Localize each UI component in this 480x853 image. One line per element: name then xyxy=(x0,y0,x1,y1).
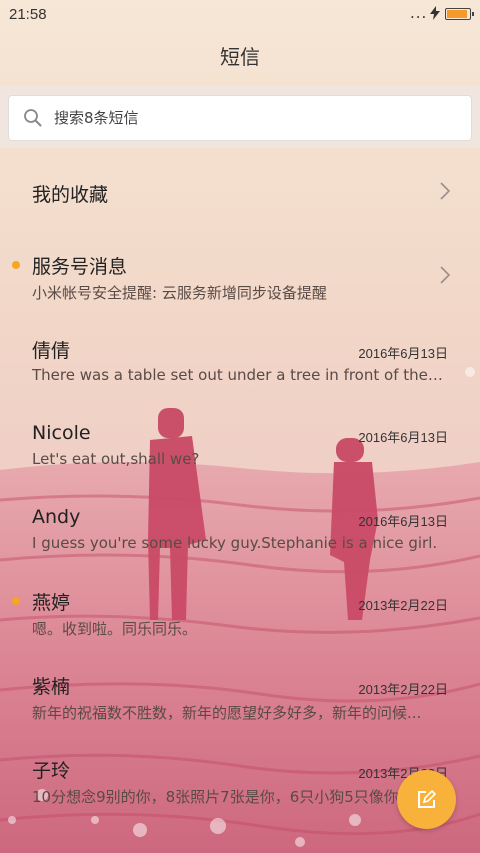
message-date: 2016年6月13日 xyxy=(358,430,448,445)
lightning-icon xyxy=(430,6,440,24)
service-title: 服务号消息 xyxy=(32,256,128,278)
conversation-row[interactable]: 紫楠 2013年2月22日 新年的祝福数不胜数，新年的愿望好多好多，新年的问候.… xyxy=(0,654,480,738)
battery-icon xyxy=(445,8,474,20)
status-time: 21:58 xyxy=(9,6,47,23)
compose-button[interactable] xyxy=(397,770,456,829)
unread-dot xyxy=(12,597,20,605)
search-icon xyxy=(23,108,43,132)
contact-name: Andy xyxy=(32,506,81,528)
message-date: 2013年2月22日 xyxy=(358,598,448,613)
contact-name: 紫楠 xyxy=(32,676,71,698)
message-date: 2013年2月22日 xyxy=(358,682,448,697)
message-preview: 10分想念9别的你，8张照片7张是你，6只小狗5只像你... xyxy=(32,788,414,806)
chevron-right-icon xyxy=(440,182,451,204)
message-preview: I guess you're some lucky guy.Stephanie … xyxy=(32,534,438,552)
favorites-label: 我的收藏 xyxy=(32,184,109,206)
page-title: 短信 xyxy=(220,45,260,69)
message-preview: There was a table set out under a tree i… xyxy=(32,366,446,384)
chevron-right-icon xyxy=(440,266,451,288)
message-date: 2016年6月13日 xyxy=(358,514,448,529)
conversation-row[interactable]: Andy 2016年6月13日 I guess you're some luck… xyxy=(0,486,480,570)
contact-name: Nicole xyxy=(32,422,91,444)
service-messages-row[interactable]: 服务号消息 小米帐号安全提醒: 云服务新增同步设备提醒 xyxy=(0,234,480,318)
message-preview: 新年的祝福数不胜数，新年的愿望好多好多，新年的问候... xyxy=(32,704,422,722)
contact-name: 燕婷 xyxy=(32,592,71,614)
conversation-row[interactable]: 燕婷 2013年2月22日 嗯。收到啦。同乐同乐。 xyxy=(0,570,480,654)
message-preview: Let's eat out,shall we? xyxy=(32,450,200,468)
status-bar: 21:58 ... xyxy=(0,0,480,30)
conversation-row[interactable]: 倩倩 2016年6月13日 There was a table set out … xyxy=(0,318,480,402)
unread-dot xyxy=(12,261,20,269)
contact-name: 倩倩 xyxy=(32,340,71,362)
search-bar xyxy=(0,86,480,148)
notification-dots: ... xyxy=(410,4,428,22)
message-date: 2016年6月13日 xyxy=(358,346,448,361)
search-input[interactable] xyxy=(54,96,454,140)
header: 短信 xyxy=(0,30,480,85)
search-box[interactable] xyxy=(8,95,472,141)
battery-level xyxy=(447,10,467,18)
conversation-row[interactable]: Nicole 2016年6月13日 Let's eat out,shall we… xyxy=(0,402,480,486)
message-preview: 嗯。收到啦。同乐同乐。 xyxy=(32,620,198,638)
contact-name: 子玲 xyxy=(32,760,71,782)
service-preview: 小米帐号安全提醒: 云服务新增同步设备提醒 xyxy=(32,284,327,302)
favorites-row[interactable]: 我的收藏 xyxy=(0,148,480,234)
